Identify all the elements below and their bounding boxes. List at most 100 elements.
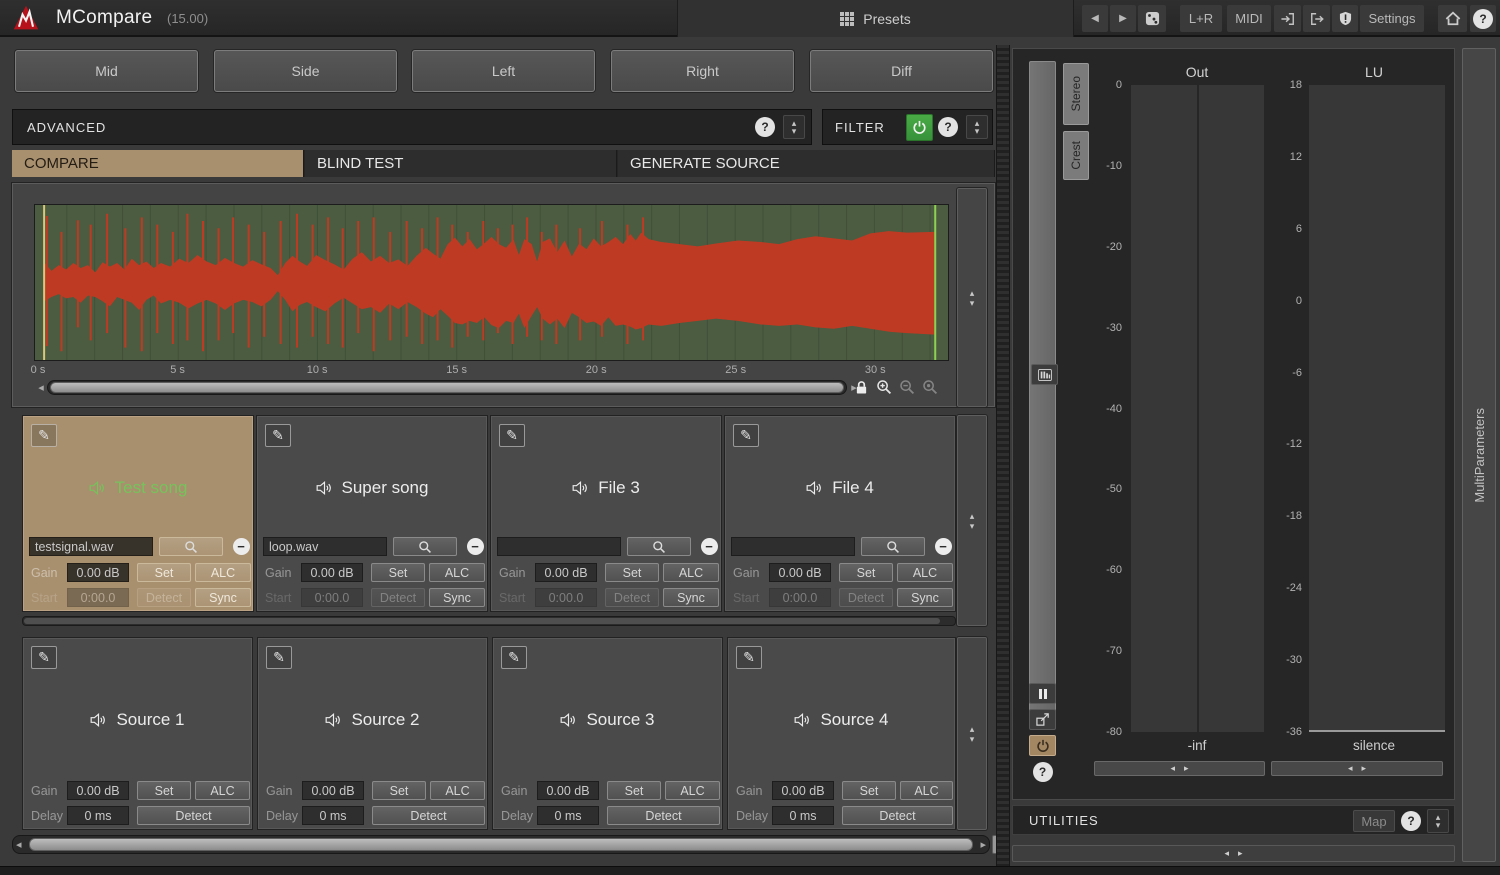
tab-generate-source[interactable]: GENERATE SOURCE <box>618 150 995 177</box>
main-horizontal-scrollbar[interactable]: ◂ ▸ <box>12 835 990 854</box>
midi-button[interactable]: MIDI <box>1227 5 1271 32</box>
main-scrollbar-thumb[interactable] <box>29 838 973 851</box>
rename-button[interactable]: ✎ <box>31 646 57 669</box>
tab-compare[interactable]: COMPARE <box>12 150 304 177</box>
alc-button[interactable]: ALC <box>430 781 485 800</box>
set-button[interactable]: Set <box>372 781 426 800</box>
wave-scroll-left-button[interactable]: ◂ <box>35 380 47 395</box>
rename-button[interactable]: ✎ <box>31 424 57 447</box>
source-panel-1[interactable]: ✎ Source 1 Gain 0.00 dB Set ALC Delay 0 … <box>22 637 253 830</box>
browse-button[interactable] <box>627 537 691 556</box>
rename-button[interactable]: ✎ <box>501 646 527 669</box>
remove-file-button[interactable]: − <box>229 537 253 556</box>
map-button[interactable]: Map <box>1353 810 1395 832</box>
utilities-range-control[interactable]: ◂ ▸ <box>1012 845 1455 862</box>
file-panel-2[interactable]: ✎ Super song loop.wav − Gain 0.00 dB Set… <box>256 415 488 612</box>
rename-button[interactable]: ✎ <box>736 646 762 669</box>
scroll-right-arrow-icon[interactable]: ▸ <box>980 838 986 851</box>
filename-field[interactable]: loop.wav <box>263 537 387 556</box>
settings-button[interactable]: Settings <box>1360 5 1424 32</box>
rename-button[interactable]: ✎ <box>499 424 525 447</box>
channel-button-diff[interactable]: Diff <box>810 50 993 92</box>
rename-button[interactable]: ✎ <box>733 424 759 447</box>
alc-button[interactable]: ALC <box>663 563 719 582</box>
export-settings-button[interactable] <box>1303 5 1330 32</box>
source-title[interactable]: Source 1 <box>23 710 252 730</box>
waveform-collapse-strip[interactable]: ▴ ▾ <box>957 188 987 407</box>
random-preset-button[interactable] <box>1138 5 1166 32</box>
detect-button[interactable]: Detect <box>371 588 425 607</box>
filename-field[interactable]: testsignal.wav <box>29 537 153 556</box>
alc-button[interactable]: ALC <box>897 563 953 582</box>
source-title[interactable]: Source 2 <box>258 710 487 730</box>
detect-button[interactable]: Detect <box>137 588 191 607</box>
gain-field[interactable]: 0.00 dB <box>302 781 364 800</box>
gain-field[interactable]: 0.00 dB <box>67 563 129 582</box>
set-button[interactable]: Set <box>605 563 659 582</box>
alc-button[interactable]: ALC <box>195 781 250 800</box>
delay-field[interactable]: 0 ms <box>772 806 834 825</box>
meter-power-button[interactable] <box>1029 735 1056 756</box>
utilities-help-button[interactable]: ? <box>1401 811 1421 831</box>
gain-field[interactable]: 0.00 dB <box>67 781 129 800</box>
out-meter-range-control[interactable]: ◂ ▸ <box>1094 761 1265 776</box>
zoom-reset-button[interactable] <box>921 378 939 396</box>
file-panel-4[interactable]: ✎ File 4 − Gain 0.00 dB Set ALC Start <box>724 415 956 612</box>
out-meter-bar-left[interactable] <box>1131 85 1197 732</box>
advanced-help-button[interactable]: ? <box>755 117 775 137</box>
set-button[interactable]: Set <box>137 563 191 582</box>
gain-field[interactable]: 0.00 dB <box>301 563 363 582</box>
gain-field[interactable]: 0.00 dB <box>772 781 834 800</box>
multiparameters-strip[interactable]: MultiParameters <box>1462 48 1496 862</box>
rename-button[interactable]: ✎ <box>265 424 291 447</box>
browse-button[interactable] <box>393 537 457 556</box>
gain-field[interactable]: 0.00 dB <box>537 781 599 800</box>
source-panel-2[interactable]: ✎ Source 2 Gain 0.00 dB Set ALC Delay 0 … <box>257 637 488 830</box>
waveform-display[interactable] <box>34 204 949 361</box>
remove-file-button[interactable]: − <box>697 537 721 556</box>
meter-pause-button[interactable] <box>1029 683 1056 704</box>
delay-field[interactable]: 0 ms <box>302 806 364 825</box>
file-title[interactable]: File 4 <box>725 478 955 498</box>
filename-field[interactable] <box>731 537 855 556</box>
delay-field[interactable]: 0 ms <box>67 806 129 825</box>
set-button[interactable]: Set <box>842 781 896 800</box>
file-title[interactable]: Super song <box>257 478 487 498</box>
alc-button[interactable]: ALC <box>429 563 485 582</box>
lu-meter-range-control[interactable]: ◂ ▸ <box>1271 761 1443 776</box>
alc-button[interactable]: ALC <box>900 781 953 800</box>
file-row-collapse-strip[interactable]: ▴ ▾ <box>957 415 987 626</box>
presets-button[interactable]: Presets <box>677 0 1074 37</box>
tab-crest[interactable]: Crest <box>1063 131 1089 180</box>
detect-button[interactable]: Detect <box>372 806 485 825</box>
detect-button[interactable]: Detect <box>839 588 893 607</box>
detect-button[interactable]: Detect <box>842 806 953 825</box>
file-title[interactable]: File 3 <box>491 478 721 498</box>
panel-resize-handle[interactable] <box>996 45 1010 875</box>
filter-help-button[interactable]: ? <box>938 117 958 137</box>
zoom-lock-button[interactable] <box>853 378 870 396</box>
remove-file-button[interactable]: − <box>931 537 955 556</box>
gain-field[interactable]: 0.00 dB <box>769 563 831 582</box>
start-field[interactable]: 0:00.0 <box>301 588 363 607</box>
start-field[interactable]: 0:00.0 <box>67 588 129 607</box>
detect-button[interactable]: Detect <box>607 806 720 825</box>
wave-scrollbar-thumb[interactable] <box>50 382 844 393</box>
zoom-out-button[interactable] <box>898 378 916 396</box>
meter-help-button[interactable]: ? <box>1029 761 1056 782</box>
alc-button[interactable]: ALC <box>195 563 251 582</box>
channel-button-mid[interactable]: Mid <box>15 50 198 92</box>
tab-blind-test[interactable]: BLIND TEST <box>305 150 617 177</box>
alc-button[interactable]: ALC <box>665 781 720 800</box>
channel-mode-button[interactable]: L+R <box>1180 5 1222 32</box>
help-button[interactable]: ? <box>1470 5 1496 32</box>
limiter-warning-button[interactable] <box>1332 5 1358 32</box>
source-title[interactable]: Source 3 <box>493 710 722 730</box>
sync-button[interactable]: Sync <box>195 588 251 607</box>
scroll-left-arrow-icon[interactable]: ◂ <box>16 838 22 851</box>
advanced-collapse-button[interactable]: ▴ ▾ <box>783 115 805 139</box>
browse-button[interactable] <box>861 537 925 556</box>
rename-button[interactable]: ✎ <box>266 646 292 669</box>
browse-button[interactable] <box>159 537 223 556</box>
filter-collapse-button[interactable]: ▴ ▾ <box>966 115 988 139</box>
